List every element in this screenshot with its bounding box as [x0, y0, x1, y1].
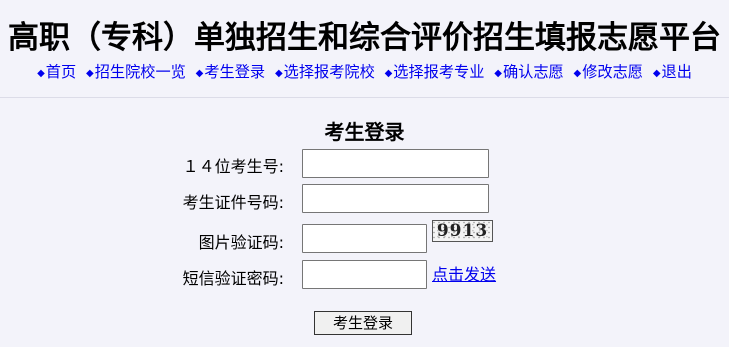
captcha-label: 图片验证码: [198, 233, 284, 252]
nav-login[interactable]: ◆考生登录 [196, 63, 265, 81]
diamond-bullet-icon: ◆ [86, 68, 94, 79]
sms-code-input[interactable] [302, 260, 427, 289]
diamond-bullet-icon: ◆ [274, 68, 283, 79]
nav-choose-school[interactable]: ◆选择报考院校 [275, 63, 375, 81]
header-divider [0, 97, 729, 98]
diamond-bullet-icon: ◆ [384, 68, 393, 79]
nav-label: 选择报考专业 [393, 63, 485, 81]
nav-confirm[interactable]: ◆确认志愿 [494, 63, 563, 81]
nav-label: 修改志愿 [582, 63, 643, 81]
diamond-bullet-icon: ◆ [37, 68, 45, 79]
nav-modify[interactable]: ◆修改志愿 [574, 63, 643, 81]
main-nav: ◆首页 ◆招生院校一览 ◆考生登录 ◆选择报考院校 ◆选择报考专业 ◆确认志愿 … [0, 60, 729, 82]
captcha-input[interactable] [302, 224, 427, 253]
sms-code-label: 短信验证密码: [182, 269, 284, 288]
nav-label: 确认志愿 [502, 63, 564, 81]
id-number-input[interactable] [302, 184, 489, 213]
diamond-bullet-icon: ◆ [494, 68, 502, 79]
site-title: 高职（专科）单独招生和综合评价招生填报志愿平台 [8, 20, 721, 56]
nav-label: 招生院校一览 [94, 63, 186, 81]
nav-label: 首页 [45, 63, 77, 81]
nav-school-list[interactable]: ◆招生院校一览 [86, 63, 186, 81]
diamond-bullet-icon: ◆ [652, 68, 661, 79]
exam-number-label: １４位考生号: [182, 157, 284, 176]
login-form-title: 考生登录 [324, 120, 405, 144]
diamond-bullet-icon: ◆ [573, 68, 582, 79]
nav-logout[interactable]: ◆退出 [653, 63, 692, 81]
send-sms-link[interactable]: 点击发送 [432, 261, 496, 285]
nav-choose-major[interactable]: ◆选择报考专业 [385, 63, 485, 81]
nav-home[interactable]: ◆首页 [37, 63, 76, 81]
captcha-image[interactable]: 9913 [432, 220, 493, 242]
nav-label: 选择报考院校 [283, 63, 375, 81]
diamond-bullet-icon: ◆ [195, 68, 204, 79]
nav-label: 退出 [661, 63, 692, 81]
nav-label: 考生登录 [204, 63, 266, 81]
id-number-label: 考生证件号码: [182, 193, 284, 212]
exam-number-input[interactable] [302, 149, 489, 178]
login-submit-button[interactable]: 考生登录 [314, 311, 412, 335]
